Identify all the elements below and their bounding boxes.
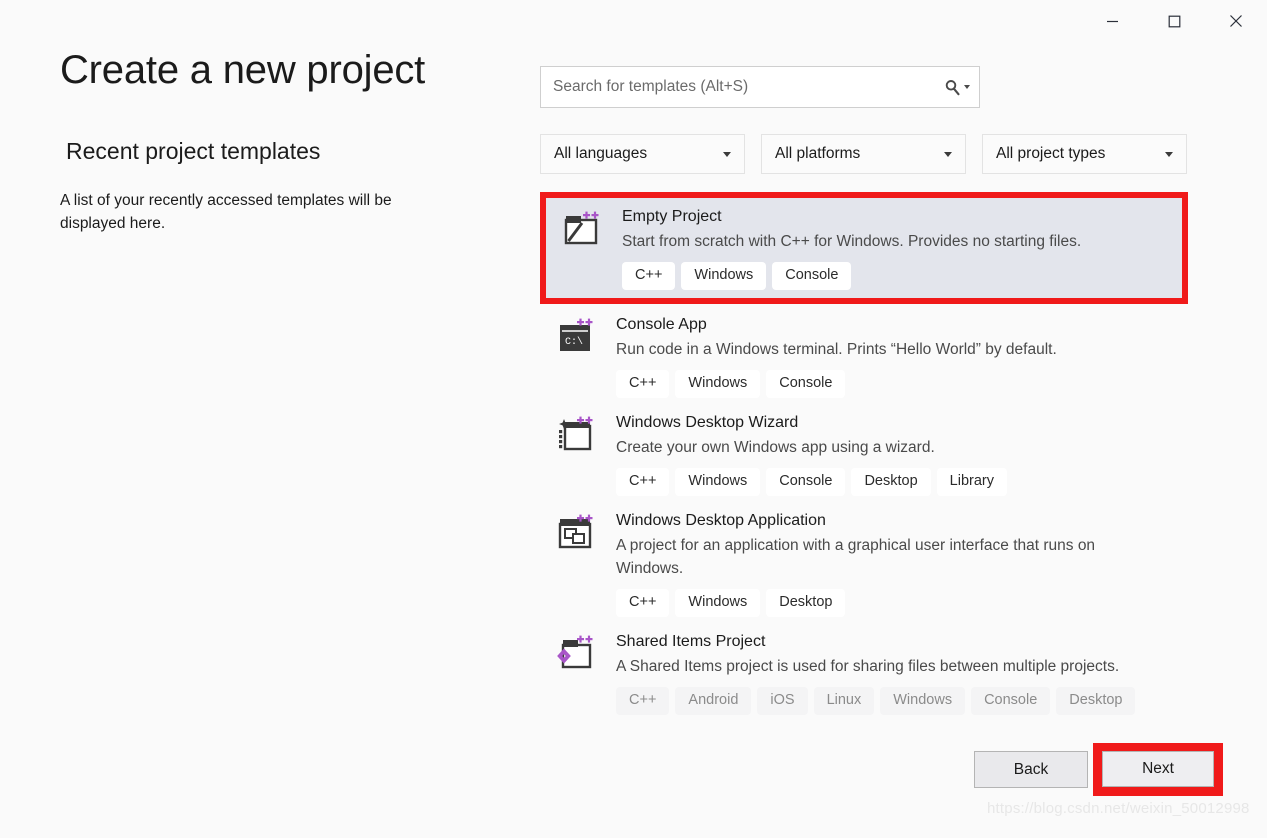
template-name: Console App: [616, 316, 707, 333]
template-tag: Console: [766, 468, 846, 496]
template-tag: Library: [936, 468, 1007, 496]
template-body: Shared Items Project A Shared Items proje…: [616, 631, 1250, 715]
template-tag: Desktop: [1056, 687, 1136, 715]
close-icon: [1230, 15, 1242, 27]
search-button[interactable]: [935, 67, 979, 107]
template-body: Console App Run code in a Windows termina…: [616, 314, 1250, 398]
template-tag: C++: [616, 370, 670, 398]
template-tag: Windows: [675, 589, 761, 617]
template-row[interactable]: C:\ Console App Run code in a Windows ter…: [540, 306, 1250, 404]
chevron-down-icon: [1165, 151, 1173, 157]
empty-project-icon: [558, 206, 606, 290]
template-description: A project for an application with a grap…: [616, 537, 1096, 577]
template-tag: Desktop: [766, 589, 846, 617]
template-tags: C++ Windows Console: [616, 370, 1240, 398]
platform-filter-dropdown[interactable]: All platforms: [761, 134, 966, 174]
template-name: Empty Project: [622, 208, 722, 225]
search-icon: [945, 79, 960, 95]
template-tag: Windows: [681, 262, 767, 290]
template-row[interactable]: Windows Desktop Application A project for…: [540, 502, 1250, 623]
close-button[interactable]: [1205, 0, 1267, 42]
template-name: Shared Items Project: [616, 633, 766, 650]
chevron-down-icon: [723, 151, 731, 157]
footer-actions: Back Next: [520, 742, 1267, 838]
template-tag: iOS: [757, 687, 808, 715]
console-app-icon: C:\: [552, 314, 600, 398]
minimize-icon: [1106, 20, 1118, 22]
template-description: A Shared Items project is used for shari…: [616, 658, 1120, 675]
template-list: Empty Project Start from scratch with C++…: [540, 192, 1250, 721]
template-row[interactable]: Shared Items Project A Shared Items proje…: [540, 623, 1250, 721]
template-body: Windows Desktop Wizard Create your own Wi…: [616, 412, 1250, 496]
template-tag: Linux: [813, 687, 875, 715]
left-pane: Create a new project Recent project temp…: [0, 42, 520, 838]
title-bar: [0, 0, 1267, 42]
maximize-button[interactable]: [1143, 0, 1205, 42]
template-tag: C++: [616, 468, 670, 496]
window-controls: [1081, 0, 1267, 42]
template-body: Windows Desktop Application A project for…: [616, 510, 1250, 617]
template-tag: Windows: [880, 687, 966, 715]
template-tag: Windows: [675, 370, 761, 398]
project-type-filter-dropdown[interactable]: All project types: [982, 134, 1187, 174]
desktop-wizard-icon: [552, 412, 600, 496]
back-button[interactable]: Back: [974, 751, 1088, 788]
template-tags: C++ Android iOS Linux Windows Console Desktop: [616, 687, 1240, 715]
template-tags: C++ Windows Console: [622, 262, 1178, 290]
platform-filter-label: All platforms: [775, 145, 861, 162]
chevron-down-icon: [964, 85, 970, 89]
template-tag: Desktop: [851, 468, 931, 496]
template-name: Windows Desktop Wizard: [616, 414, 799, 431]
template-description: Create your own Windows app using a wiza…: [616, 439, 935, 456]
template-tag: C++: [616, 589, 670, 617]
template-tag: Android: [675, 687, 752, 715]
svg-text:C:\: C:\: [565, 336, 583, 348]
search-input[interactable]: [541, 67, 935, 107]
template-tag: C++: [616, 687, 670, 715]
chevron-down-icon: [944, 151, 952, 157]
template-row[interactable]: Empty Project Start from scratch with C++…: [540, 192, 1188, 304]
template-tag: C++: [622, 262, 676, 290]
shared-items-icon: [552, 631, 600, 715]
maximize-icon: [1168, 15, 1180, 27]
desktop-application-icon: [552, 510, 600, 617]
template-tag: Windows: [675, 468, 761, 496]
template-tag: Console: [766, 370, 846, 398]
template-body: Empty Project Start from scratch with C++…: [622, 206, 1188, 290]
search-box[interactable]: [540, 66, 980, 108]
template-tags: C++ Windows Console Desktop Library: [616, 468, 1240, 496]
right-pane: All languages All platforms All project …: [520, 42, 1267, 838]
next-button[interactable]: Next: [1102, 751, 1214, 787]
template-name: Windows Desktop Application: [616, 512, 826, 529]
template-tag: Console: [772, 262, 852, 290]
template-description: Start from scratch with C++ for Windows.…: [622, 233, 1082, 250]
page-title: Create a new project: [60, 48, 426, 92]
project-type-filter-label: All project types: [996, 145, 1106, 162]
language-filter-label: All languages: [554, 145, 648, 162]
template-description: Run code in a Windows terminal. Prints “…: [616, 341, 1057, 358]
template-row[interactable]: Windows Desktop Wizard Create your own Wi…: [540, 404, 1250, 502]
recent-templates-description: A list of your recently accessed templat…: [60, 192, 392, 232]
template-tag: Console: [971, 687, 1051, 715]
template-tags: C++ Windows Desktop: [616, 589, 1240, 617]
watermark-text: https://blog.csdn.net/weixin_50012998: [987, 800, 1250, 817]
filter-bar: All languages All platforms All project …: [540, 134, 1250, 174]
language-filter-dropdown[interactable]: All languages: [540, 134, 745, 174]
recent-templates-heading: Recent project templates: [66, 138, 321, 164]
minimize-button[interactable]: [1081, 0, 1143, 42]
